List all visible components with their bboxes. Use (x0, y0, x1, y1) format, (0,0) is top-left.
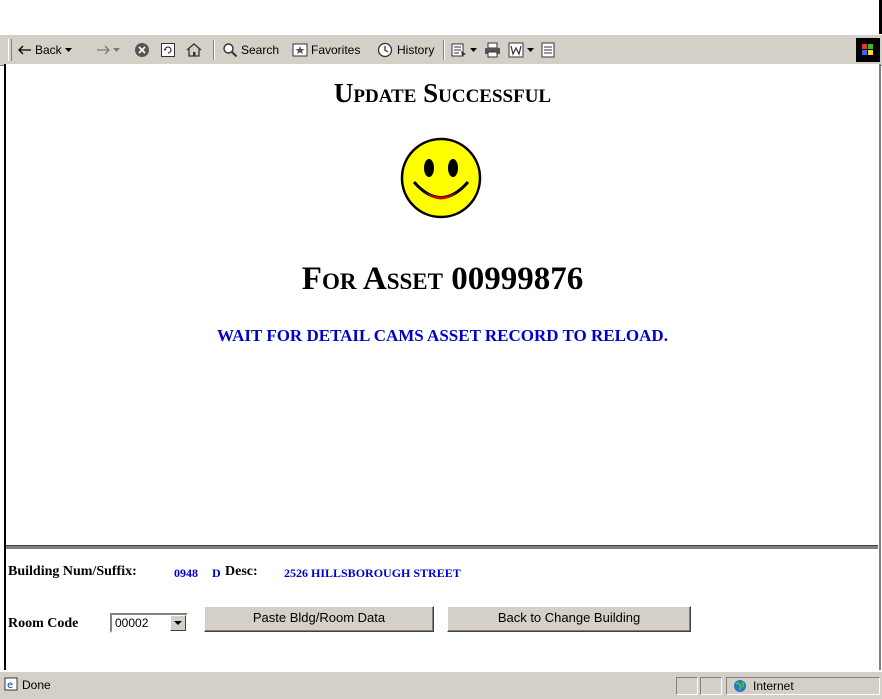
room-code-value: 00002 (115, 616, 149, 630)
chevron-down-icon (113, 47, 120, 53)
chevron-down-icon (64, 47, 72, 53)
stop-icon (134, 42, 150, 58)
stop-button[interactable] (134, 41, 150, 59)
back-label: Back (35, 43, 62, 57)
asset-prefix: For Asset (301, 261, 443, 297)
home-button[interactable] (186, 41, 202, 59)
print-button[interactable] (484, 41, 501, 59)
forward-arrow-icon (96, 45, 110, 55)
back-button[interactable]: Back (18, 41, 72, 59)
status-main: e Done (2, 677, 676, 695)
building-suffix-value: D (212, 566, 221, 580)
windows-logo-icon (856, 38, 880, 62)
search-icon (222, 42, 238, 58)
refresh-button[interactable] (160, 41, 176, 59)
asset-number: 00999876 (451, 261, 584, 297)
forward-button[interactable] (96, 41, 120, 59)
status-bar: e Done Internet (0, 671, 882, 699)
globe-icon (733, 679, 747, 697)
paste-bldg-room-button[interactable]: Paste Bldg/Room Data (204, 606, 434, 632)
edit-button[interactable] (508, 41, 534, 59)
asset-heading: For Asset 00999876 (6, 261, 879, 298)
room-code-label: Room Code (8, 616, 79, 631)
building-num-label: Building Num/Suffix: (8, 564, 137, 579)
favorites-button[interactable]: Favorites (292, 41, 360, 59)
smiley-face-icon (398, 135, 484, 226)
browser-toolbar: Back Search Favorites History (0, 34, 882, 66)
desc-label: Desc: (225, 564, 258, 579)
back-arrow-icon (18, 45, 32, 55)
chevron-down-icon (470, 47, 477, 53)
status-panel (676, 677, 698, 695)
toolbar-separator (443, 40, 445, 60)
status-panel (700, 677, 722, 695)
building-num-value: 0948 (174, 566, 198, 580)
room-code-select[interactable]: 00002 (110, 613, 188, 633)
search-button[interactable]: Search (222, 41, 279, 59)
toolbar-grip[interactable] (8, 39, 12, 61)
status-text: Done (22, 678, 51, 692)
document-icon (541, 42, 555, 58)
back-to-change-building-button[interactable]: Back to Change Building (447, 606, 691, 632)
security-zone-panel: Internet (726, 677, 880, 695)
favorites-icon (292, 42, 308, 58)
page-done-icon: e (4, 677, 18, 695)
printer-icon (484, 42, 501, 58)
svg-text:e: e (7, 680, 13, 691)
chevron-down-icon (527, 47, 534, 53)
word-icon (508, 42, 524, 58)
discuss-button[interactable] (541, 41, 555, 59)
history-label: History (397, 43, 435, 57)
desc-value: 2526 HILLSBOROUGH STREET (284, 566, 461, 580)
history-icon (376, 42, 394, 58)
mail-icon (451, 42, 467, 58)
toolbar-separator (213, 40, 215, 60)
reload-message: WAIT FOR DETAIL CAMS ASSET RECORD TO REL… (217, 326, 668, 345)
search-label: Search (241, 43, 280, 57)
home-icon (186, 42, 202, 58)
page-title: Update Successful (333, 78, 552, 108)
refresh-icon (160, 42, 176, 58)
dropdown-arrow-icon[interactable] (170, 615, 186, 631)
mail-button[interactable] (451, 41, 477, 59)
favorites-label: Favorites (311, 43, 361, 57)
address-area (0, 0, 882, 35)
history-button[interactable]: History (376, 41, 434, 59)
zone-text: Internet (753, 679, 794, 693)
